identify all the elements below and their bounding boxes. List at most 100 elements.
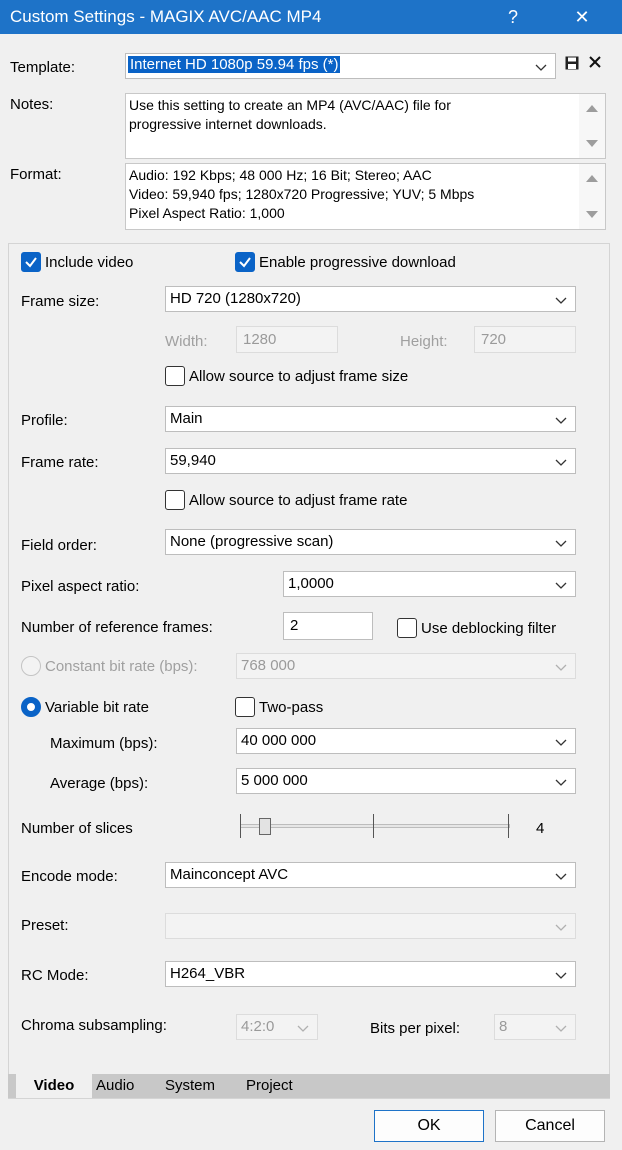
profile-value: Main — [170, 410, 203, 427]
frame-rate-label: Frame rate: — [21, 454, 99, 471]
chevron-down-icon — [555, 417, 567, 424]
slices-value: 4 — [536, 820, 545, 837]
average-label: Average (bps): — [50, 775, 149, 792]
notes-label: Notes: — [10, 96, 54, 113]
chevron-down-icon — [535, 64, 547, 71]
two-pass-checkbox[interactable] — [235, 697, 255, 717]
rc-mode-label: RC Mode: — [21, 967, 89, 984]
width-input[interactable]: 1280 — [236, 326, 338, 353]
template-select[interactable]: Internet HD 1080p 59.94 fps (*) — [125, 53, 556, 79]
pixel-aspect-select[interactable]: 1,0000 — [283, 571, 576, 597]
field-order-label: Field order: — [21, 537, 97, 554]
preset-select[interactable] — [165, 913, 576, 939]
allow-frame-rate-label: Allow source to adjust frame rate — [189, 492, 408, 509]
allow-frame-size-label: Allow source to adjust frame size — [189, 368, 409, 385]
progressive-download-label: Enable progressive download — [259, 254, 456, 271]
notes-line-2: progressive internet downloads. — [129, 116, 327, 132]
profile-label: Profile: — [21, 412, 68, 429]
two-pass-label: Two-pass — [259, 699, 324, 716]
bpp-label: Bits per pixel: — [370, 1020, 461, 1037]
scroll-down-icon[interactable] — [586, 140, 598, 147]
notes-box[interactable]: Use this setting to create an MP4 (AVC/A… — [125, 93, 606, 159]
tab-video[interactable]: Video — [16, 1074, 92, 1098]
chevron-down-icon — [555, 1025, 567, 1032]
average-select[interactable]: 5 000 000 — [236, 768, 576, 794]
preset-label: Preset: — [21, 917, 69, 934]
format-box[interactable]: Audio: 192 Kbps; 48 000 Hz; 16 Bit; Ster… — [125, 163, 606, 230]
format-line-3: Pixel Aspect Ratio: 1,000 — [129, 205, 285, 221]
deblocking-checkbox[interactable] — [397, 618, 417, 638]
slices-label: Number of slices — [21, 820, 133, 837]
cbr-value: 768 000 — [241, 657, 296, 674]
tab-system[interactable]: System — [155, 1074, 225, 1098]
cbr-label: Constant bit rate (bps): — [45, 658, 198, 675]
chevron-down-icon — [555, 739, 567, 746]
frame-size-value: HD 720 (1280x720) — [170, 290, 301, 307]
chevron-down-icon — [555, 779, 567, 786]
average-value: 5 000 000 — [241, 772, 308, 789]
scroll-up-icon[interactable] — [586, 105, 598, 112]
include-video-checkbox[interactable] — [21, 252, 41, 272]
save-icon[interactable] — [565, 56, 579, 70]
scroll-up-icon[interactable] — [586, 175, 598, 182]
maximum-label: Maximum (bps): — [50, 735, 158, 752]
profile-select[interactable]: Main — [165, 406, 576, 432]
slider-tick — [373, 814, 374, 838]
chevron-down-icon — [555, 459, 567, 466]
frame-rate-select[interactable]: 59,940 — [165, 448, 576, 474]
include-video-label: Include video — [45, 254, 134, 271]
encode-mode-select[interactable]: Mainconcept AVC — [165, 862, 576, 888]
slices-slider[interactable] — [240, 812, 510, 842]
chevron-down-icon — [555, 664, 567, 671]
field-order-value: None (progressive scan) — [170, 533, 334, 550]
vbr-label: Variable bit rate — [45, 699, 149, 716]
ref-frames-input[interactable]: 2 — [283, 612, 373, 640]
title-bar: Custom Settings - MAGIX AVC/AAC MP4 ? ✕ — [0, 0, 622, 34]
template-label: Template: — [10, 59, 76, 76]
help-button[interactable]: ? — [491, 0, 535, 34]
ref-frames-label: Number of reference frames: — [21, 619, 213, 636]
frame-size-select[interactable]: HD 720 (1280x720) — [165, 286, 576, 312]
chroma-label: Chroma subsampling: — [21, 1017, 167, 1034]
frame-size-label: Frame size: — [21, 293, 100, 310]
template-value: Internet HD 1080p 59.94 fps (*) — [128, 56, 341, 73]
cbr-radio[interactable] — [21, 656, 41, 676]
chevron-down-icon — [555, 540, 567, 547]
rc-mode-value: H264_VBR — [170, 965, 246, 982]
field-order-select[interactable]: None (progressive scan) — [165, 529, 576, 555]
allow-frame-size-checkbox[interactable] — [165, 366, 185, 386]
tab-project[interactable]: Project — [236, 1074, 303, 1098]
chevron-down-icon — [555, 972, 567, 979]
format-scrollbar[interactable] — [579, 164, 605, 229]
delete-icon[interactable] — [588, 55, 602, 69]
rc-mode-select[interactable]: H264_VBR — [165, 961, 576, 987]
bpp-select[interactable]: 8 — [494, 1014, 576, 1040]
chevron-down-icon — [297, 1025, 309, 1032]
scroll-down-icon[interactable] — [586, 211, 598, 218]
notes-scrollbar[interactable] — [579, 94, 605, 158]
slider-track — [240, 824, 510, 828]
notes-line-1: Use this setting to create an MP4 (AVC/A… — [129, 97, 451, 113]
window-title: Custom Settings - MAGIX AVC/AAC MP4 — [10, 7, 322, 26]
checkmark-icon — [25, 257, 37, 268]
chevron-down-icon — [555, 582, 567, 589]
frame-rate-value: 59,940 — [170, 452, 216, 469]
allow-frame-rate-checkbox[interactable] — [165, 490, 185, 510]
tab-bar: Video Audio System Project — [8, 1074, 610, 1098]
slider-thumb[interactable] — [259, 818, 271, 835]
tab-audio[interactable]: Audio — [86, 1074, 144, 1098]
ok-button[interactable]: OK — [374, 1110, 484, 1142]
width-label: Width: — [165, 333, 208, 350]
deblocking-label: Use deblocking filter — [421, 620, 557, 637]
pixel-aspect-label: Pixel aspect ratio: — [21, 578, 140, 595]
checkmark-icon — [239, 257, 251, 268]
slider-tick — [240, 814, 241, 838]
chroma-select[interactable]: 4:2:0 — [236, 1014, 318, 1040]
cancel-button[interactable]: Cancel — [495, 1110, 605, 1142]
progressive-download-checkbox[interactable] — [235, 252, 255, 272]
maximum-select[interactable]: 40 000 000 — [236, 728, 576, 754]
close-button[interactable]: ✕ — [560, 0, 604, 34]
cbr-select[interactable]: 768 000 — [236, 653, 576, 679]
height-input[interactable]: 720 — [474, 326, 576, 353]
vbr-radio[interactable] — [21, 697, 41, 717]
